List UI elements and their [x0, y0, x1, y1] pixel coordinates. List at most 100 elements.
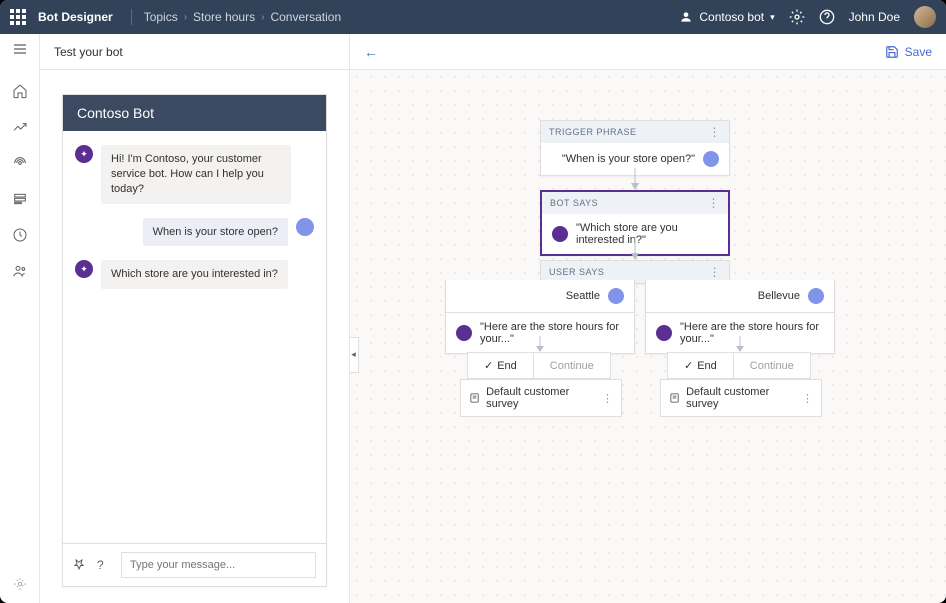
- node-content: Seattle: [446, 280, 634, 312]
- chat-input[interactable]: [121, 552, 316, 578]
- branch-response-text: "Here are the store hours for your...": [480, 321, 624, 345]
- survey-label: Default customer survey: [486, 386, 596, 410]
- left-nav-rail: [0, 34, 40, 603]
- hamburger-icon[interactable]: [11, 40, 29, 58]
- topics-icon[interactable]: [11, 190, 29, 208]
- back-arrow-icon[interactable]: ←: [364, 44, 378, 60]
- user-avatar-icon: [608, 288, 624, 304]
- branch-response-text: "Here are the store hours for your...": [680, 321, 824, 345]
- node-content: "Which store are you interested in?": [542, 214, 728, 254]
- end-button[interactable]: ✓ End: [468, 353, 533, 378]
- end-continue-row: ✓ End Continue: [667, 352, 811, 379]
- survey-icon: [669, 392, 680, 404]
- trigger-text: "When is your store open?": [562, 153, 695, 165]
- bot-selector-label: Contoso bot: [699, 10, 764, 24]
- end-button[interactable]: ✓ End: [668, 353, 733, 378]
- chat-title: Contoso Bot: [63, 95, 326, 131]
- breadcrumb-divider: [131, 9, 132, 25]
- chevron-right-icon: ›: [261, 12, 264, 23]
- bot-says-text: "Which store are you interested in?": [576, 222, 718, 246]
- chat-card: Contoso Bot ✦ Hi! I'm Contoso, your cust…: [62, 94, 327, 587]
- help-icon[interactable]: [819, 9, 835, 25]
- chat-input-row: ?: [63, 543, 326, 586]
- node-header: BOT SAYS ⋮: [542, 192, 728, 214]
- branch-option-text: Bellevue: [758, 290, 800, 302]
- branch-option-node[interactable]: Bellevue "Here are the store hours for y…: [645, 280, 835, 354]
- node-content: "Here are the store hours for your...": [446, 312, 634, 353]
- user-avatar-icon: [808, 288, 824, 304]
- more-icon[interactable]: ⋮: [709, 125, 722, 139]
- canvas-area: ← Save ◂ TRIGGER PHRASE ⋮ "When is your …: [350, 34, 946, 603]
- app-title: Bot Designer: [38, 10, 113, 24]
- chat-message-user: When is your store open?: [75, 218, 314, 247]
- save-button[interactable]: Save: [885, 45, 932, 59]
- continue-button[interactable]: Continue: [733, 353, 810, 378]
- bot-avatar-icon: [656, 325, 672, 341]
- survey-icon: [469, 392, 480, 404]
- flow-canvas[interactable]: ◂ TRIGGER PHRASE ⋮ "When is your store o…: [350, 70, 946, 603]
- message-bubble: Hi! I'm Contoso, your customer service b…: [101, 145, 291, 204]
- breadcrumb-store-hours[interactable]: Store hours: [193, 10, 255, 24]
- collapse-handle[interactable]: ◂: [350, 337, 359, 373]
- chat-message-bot: ✦ Hi! I'm Contoso, your customer service…: [75, 145, 314, 204]
- app-launcher-icon[interactable]: [10, 9, 26, 25]
- node-content: "Here are the store hours for your...": [646, 312, 834, 353]
- user-name: John Doe: [849, 10, 900, 24]
- help-icon[interactable]: ?: [97, 558, 111, 572]
- test-panel: Test your bot Contoso Bot ✦ Hi! I'm Cont…: [40, 34, 350, 603]
- history-icon[interactable]: [11, 226, 29, 244]
- survey-row[interactable]: Default customer survey ⋮: [460, 379, 622, 417]
- save-label: Save: [905, 45, 932, 59]
- app-frame: Bot Designer Topics › Store hours › Conv…: [0, 0, 946, 603]
- people-icon[interactable]: [11, 262, 29, 280]
- more-icon[interactable]: ⋮: [802, 392, 813, 405]
- breadcrumb-conversation[interactable]: Conversation: [270, 10, 341, 24]
- top-header: Bot Designer Topics › Store hours › Conv…: [0, 0, 946, 34]
- test-panel-header: Test your bot: [40, 34, 349, 70]
- bot-avatar-icon: ✦: [75, 260, 93, 278]
- node-label: TRIGGER PHRASE: [549, 127, 637, 137]
- home-icon[interactable]: [11, 82, 29, 100]
- chevron-down-icon: ▾: [770, 12, 775, 23]
- bot-avatar-icon: [552, 226, 568, 242]
- bot-selector[interactable]: Contoso bot ▾: [679, 10, 774, 24]
- pin-icon[interactable]: [73, 558, 87, 572]
- body: Test your bot Contoso Bot ✦ Hi! I'm Cont…: [0, 34, 946, 603]
- bot-says-node[interactable]: BOT SAYS ⋮ "Which store are you interest…: [540, 190, 730, 256]
- node-content: "When is your store open?": [541, 143, 729, 175]
- user-avatar-icon: [296, 218, 314, 236]
- node-content: Bellevue: [646, 280, 834, 312]
- node-label: USER SAYS: [549, 267, 604, 277]
- end-continue-row: ✓ End Continue: [467, 352, 611, 379]
- more-icon[interactable]: ⋮: [708, 196, 721, 210]
- message-bubble: Which store are you interested in?: [101, 260, 288, 289]
- test-panel-title: Test your bot: [54, 45, 123, 59]
- user-avatar-icon: [703, 151, 719, 167]
- branch-option-text: Seattle: [566, 290, 600, 302]
- save-icon: [885, 45, 899, 59]
- more-icon[interactable]: ⋮: [602, 392, 613, 405]
- continue-button[interactable]: Continue: [533, 353, 610, 378]
- broadcast-icon[interactable]: [11, 154, 29, 172]
- survey-label: Default customer survey: [686, 386, 796, 410]
- chevron-right-icon: ›: [184, 12, 187, 23]
- person-icon: [679, 10, 693, 24]
- node-label: BOT SAYS: [550, 198, 598, 208]
- breadcrumb-topics[interactable]: Topics: [144, 10, 178, 24]
- trigger-node[interactable]: TRIGGER PHRASE ⋮ "When is your store ope…: [540, 120, 730, 176]
- gear-icon[interactable]: [11, 575, 29, 593]
- breadcrumb: Topics › Store hours › Conversation: [144, 10, 341, 24]
- test-panel-body: Contoso Bot ✦ Hi! I'm Contoso, your cust…: [40, 70, 349, 603]
- node-header: TRIGGER PHRASE ⋮: [541, 121, 729, 143]
- survey-row[interactable]: Default customer survey ⋮: [660, 379, 822, 417]
- avatar[interactable]: [914, 6, 936, 28]
- bot-avatar-icon: [456, 325, 472, 341]
- analytics-icon[interactable]: [11, 118, 29, 136]
- settings-icon[interactable]: [789, 9, 805, 25]
- canvas-toolbar: ← Save: [350, 34, 946, 70]
- header-right: Contoso bot ▾ John Doe: [679, 6, 936, 28]
- chat-messages: ✦ Hi! I'm Contoso, your customer service…: [63, 131, 326, 543]
- branch-option-node[interactable]: Seattle "Here are the store hours for yo…: [445, 280, 635, 354]
- more-icon[interactable]: ⋮: [709, 265, 722, 279]
- message-bubble: When is your store open?: [143, 218, 288, 247]
